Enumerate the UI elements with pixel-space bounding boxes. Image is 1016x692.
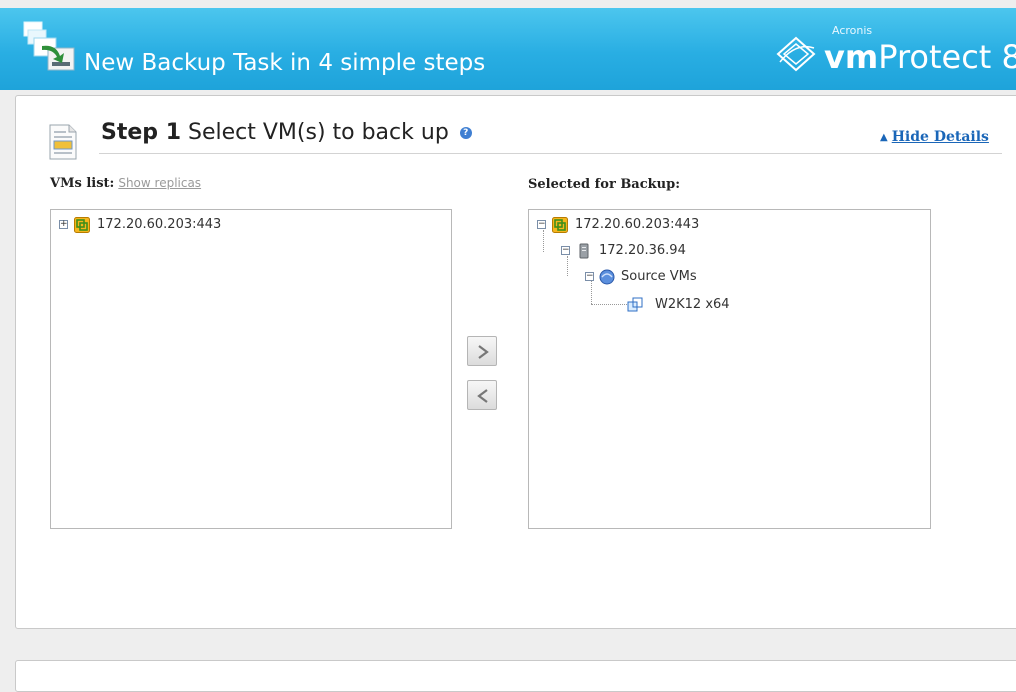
tree-node-label: W2K12 x64 — [655, 297, 730, 312]
app-title: New Backup Task in 4 simple steps — [84, 50, 486, 76]
hide-details-label: Hide Details — [891, 129, 989, 145]
chevron-right-icon — [478, 345, 489, 359]
expand-icon[interactable]: + — [59, 220, 68, 229]
tree-node-vcenter[interactable]: + 172.20.60.203:443 — [57, 216, 277, 234]
show-replicas-link[interactable]: Show replicas — [118, 176, 201, 190]
tree-node-source-vms[interactable]: − Source VMs — [583, 268, 783, 286]
collapse-icon[interactable]: − — [537, 220, 546, 229]
collapse-icon[interactable]: − — [585, 272, 594, 281]
chevron-left-icon — [477, 389, 488, 403]
backup-task-icon — [23, 21, 75, 71]
acronis-logo-icon — [776, 36, 816, 72]
vms-list-tree[interactable]: + 172.20.60.203:443 — [50, 209, 452, 529]
tree-node-vcenter[interactable]: − 172.20.60.203:443 — [535, 216, 755, 234]
step-heading: Step 1 Select VM(s) to back up ? — [101, 120, 472, 145]
logo-product: vmProtect 8 — [824, 38, 1016, 76]
hide-details-link[interactable]: ▲ Hide Details — [880, 129, 989, 145]
tree-node-label: 172.20.36.94 — [599, 243, 686, 258]
add-arrow-button[interactable] — [467, 336, 497, 366]
triangle-up-icon: ▲ — [880, 132, 888, 143]
app-header: New Backup Task in 4 simple steps Acroni… — [0, 8, 1016, 90]
help-icon[interactable]: ? — [459, 127, 472, 139]
logo-vendor: Acronis — [832, 24, 873, 37]
resource-pool-icon — [599, 269, 615, 285]
vmprotect-logo: Acronis vmProtect 8 — [774, 24, 1016, 88]
step-number: Step 1 — [101, 120, 181, 145]
selected-for-backup-label: Selected for Backup: — [528, 177, 680, 192]
tree-node-vm[interactable]: W2K12 x64 — [627, 296, 827, 314]
step-title: Select VM(s) to back up — [188, 120, 449, 145]
logo-product-rest: Protect 8 — [878, 38, 1016, 76]
vcenter-icon — [74, 217, 90, 233]
remove-arrow-button[interactable] — [467, 380, 497, 410]
logo-product-bold: vm — [824, 38, 879, 76]
document-icon — [49, 124, 77, 160]
tree-node-label: 172.20.60.203:443 — [97, 217, 222, 232]
selected-for-backup-tree[interactable]: − 172.20.60.203:443 − 172.20.36.94 − Sou… — [528, 209, 931, 529]
vms-list-label: VMs list: Show replicas — [50, 176, 201, 191]
vms-list-title: VMs list: — [50, 176, 115, 191]
collapse-icon[interactable]: − — [561, 246, 570, 255]
next-step-panel — [15, 660, 1016, 692]
tree-node-host[interactable]: − 172.20.36.94 — [559, 242, 759, 260]
heading-divider — [99, 153, 1002, 154]
esx-host-icon — [579, 243, 589, 259]
vcenter-icon — [552, 217, 568, 233]
vm-icon — [627, 297, 643, 312]
tree-node-label: 172.20.60.203:443 — [575, 217, 700, 232]
tree-connector — [591, 304, 627, 305]
tree-node-label: Source VMs — [621, 269, 697, 284]
